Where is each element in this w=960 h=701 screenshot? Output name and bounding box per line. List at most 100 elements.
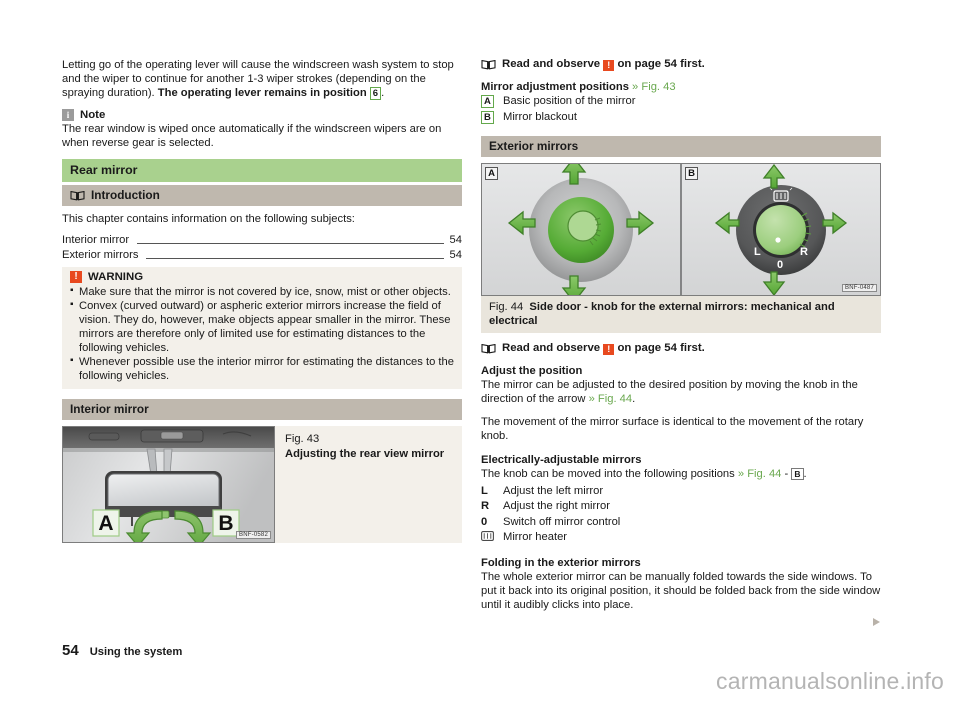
book-icon <box>70 190 85 201</box>
adjustment-key: B <box>481 110 503 126</box>
position-label: Switch off mirror control <box>503 515 621 528</box>
note-body: The rear window is wiped once automatica… <box>62 123 442 150</box>
electric-lead: The knob can be moved into the following… <box>481 467 807 480</box>
figure-43-image: A B BNF-0582 <box>62 426 275 544</box>
adjustment-title: Mirror adjustment positions <box>481 81 629 93</box>
svg-text:R: R <box>800 246 808 258</box>
adjustment-label: Mirror blackout <box>503 110 577 123</box>
adjustment-key: A <box>481 94 503 110</box>
position-badge-6: 6 <box>369 87 382 101</box>
svg-text:B: B <box>218 512 233 535</box>
read-observe-suffix: on page 54 first. <box>614 342 705 355</box>
position-label: Adjust the left mirror <box>503 484 604 497</box>
read-observe-prefix: Read and observe <box>502 342 604 355</box>
figure-43-number: Fig. 43 <box>285 433 320 446</box>
figure-reference[interactable]: » Fig. 43 <box>632 81 676 93</box>
warning-icon: ! <box>603 344 615 356</box>
subsection-header-interior-mirror: Interior mirror <box>62 399 462 421</box>
book-icon <box>481 343 496 354</box>
section-header-rear-mirror: Rear mirror <box>62 159 462 183</box>
intro-text-bold: The operating lever remains in position <box>157 87 367 100</box>
position-symbol-l: L <box>481 484 488 497</box>
figure-44-label-b: B <box>685 167 698 181</box>
figure-reference[interactable]: » Fig. 44 <box>738 468 782 480</box>
toc-label: Exterior mirrors <box>62 248 139 261</box>
electric-title: Electrically-adjustable mirrors <box>481 453 642 466</box>
read-observe-suffix: on page 54 first. <box>614 58 705 70</box>
toc-row[interactable]: Exterior mirrors 54 <box>62 248 462 263</box>
note-header: i Note <box>62 109 462 122</box>
intro-text-c: . <box>381 87 385 100</box>
adjust-position-title: Adjust the position <box>481 365 583 378</box>
toc-page: 54 <box>449 233 462 246</box>
page-number: 54 <box>62 642 79 659</box>
figure-reference[interactable]: » Fig. 44 <box>589 393 633 405</box>
continuation-arrow-icon <box>873 618 880 627</box>
introduction-title: Introduction <box>91 188 160 203</box>
electric-position-row: Mirror heater <box>481 530 881 546</box>
toc-label: Interior mirror <box>62 233 130 246</box>
folding-title: Folding in the exterior mirrors <box>481 556 641 569</box>
figure-44-code: BNF-0487 <box>842 284 877 293</box>
electric-positions-list: L Adjust the left mirror R Adjust the ri… <box>481 484 881 546</box>
adjust-position-body2: The movement of the mirror surface is id… <box>481 416 864 443</box>
subsection-header-introduction: Introduction <box>62 185 462 207</box>
read-observe-1: Read and observe ! on page 54 first. <box>481 58 881 71</box>
figure-43-code: BNF-0582 <box>236 531 271 540</box>
toc-row[interactable]: Interior mirror 54 <box>62 233 462 248</box>
adjustment-title-row: Mirror adjustment positions » Fig. 43 <box>481 80 881 94</box>
subsection-header-exterior-mirrors: Exterior mirrors <box>481 136 881 158</box>
watermark: carmanualsonline.info <box>716 668 944 694</box>
read-observe-prefix: Read and observe <box>502 58 604 70</box>
note-title: Note <box>80 109 106 122</box>
figure-44-number: Fig. 44 <box>489 301 524 314</box>
position-symbol-0: 0 <box>481 515 488 528</box>
chapter-name: Using the system <box>89 646 183 658</box>
adjustment-row: B Mirror blackout <box>481 110 881 126</box>
position-label: Adjust the right mirror <box>503 500 610 513</box>
toc-leader <box>137 242 444 244</box>
mirror-heater-icon <box>481 530 503 546</box>
toc-list: Interior mirror 54 Exterior mirrors 54 <box>62 233 462 263</box>
manual-page: Letting go of the operating lever will c… <box>0 0 960 701</box>
position-label: Mirror heater <box>503 531 568 544</box>
figure-44-caption: Fig. 44 Side door - knob for the externa… <box>481 296 881 334</box>
adjust-position-body: The mirror can be adjusted to the desire… <box>481 379 858 406</box>
page-footer: 54 Using the system <box>62 642 182 659</box>
electric-position-row: L Adjust the left mirror <box>481 484 881 500</box>
continuation-marker-wrap <box>481 612 881 627</box>
warning-box: ! WARNING Make sure that the mirror is n… <box>62 266 462 390</box>
position-symbol-r: R <box>481 500 490 513</box>
warning-icon: ! <box>603 60 615 71</box>
adjustment-row: A Basic position of the mirror <box>481 94 881 110</box>
intro-paragraph: Letting go of the operating lever will c… <box>62 58 462 101</box>
folding-body: The whole exterior mirror can be manuall… <box>481 570 881 612</box>
warning-title: WARNING <box>88 270 144 283</box>
electric-position-row: R Adjust the right mirror <box>481 499 881 515</box>
warning-item: Convex (curved outward) or aspheric exte… <box>70 298 454 355</box>
knob-badge-b: B <box>791 467 804 480</box>
right-column: Read and observe ! on page 54 first. Mir… <box>481 58 881 627</box>
warning-icon: ! <box>70 270 82 283</box>
figure-43-caption: Fig. 43 Adjusting the rear view mirror <box>275 426 462 544</box>
toc-page: 54 <box>449 248 462 261</box>
warning-item: Make sure that the mirror is not covered… <box>70 284 454 299</box>
read-observe-2: Read and observe ! on page 54 first. <box>481 342 881 356</box>
figure-44-title: Side door - knob for the external mirror… <box>489 301 835 328</box>
adjust-position-text: The mirror can be adjusted to the desire… <box>481 379 858 406</box>
figure-44-image: L 0 R A B BNF-0487 <box>481 163 881 297</box>
svg-text:A: A <box>98 512 113 535</box>
info-icon: i <box>62 109 74 122</box>
warning-header: ! WARNING <box>70 270 454 283</box>
electric-position-row: 0 Switch off mirror control <box>481 515 881 531</box>
warning-item: Whenever possible use the interior mirro… <box>70 354 454 383</box>
svg-text:0: 0 <box>777 259 783 271</box>
svg-text:L: L <box>754 246 761 258</box>
introduction-lead: This chapter contains information on the… <box>62 213 355 226</box>
figure-43: A B BNF-0582 Fig. 43 Adjusting the rear … <box>62 426 462 544</box>
book-icon <box>481 59 496 70</box>
toc-leader <box>146 257 444 259</box>
figure-43-title: Adjusting the rear view mirror <box>285 447 445 460</box>
left-column: Letting go of the operating lever will c… <box>62 58 462 544</box>
adjustment-label: Basic position of the mirror <box>503 95 636 108</box>
